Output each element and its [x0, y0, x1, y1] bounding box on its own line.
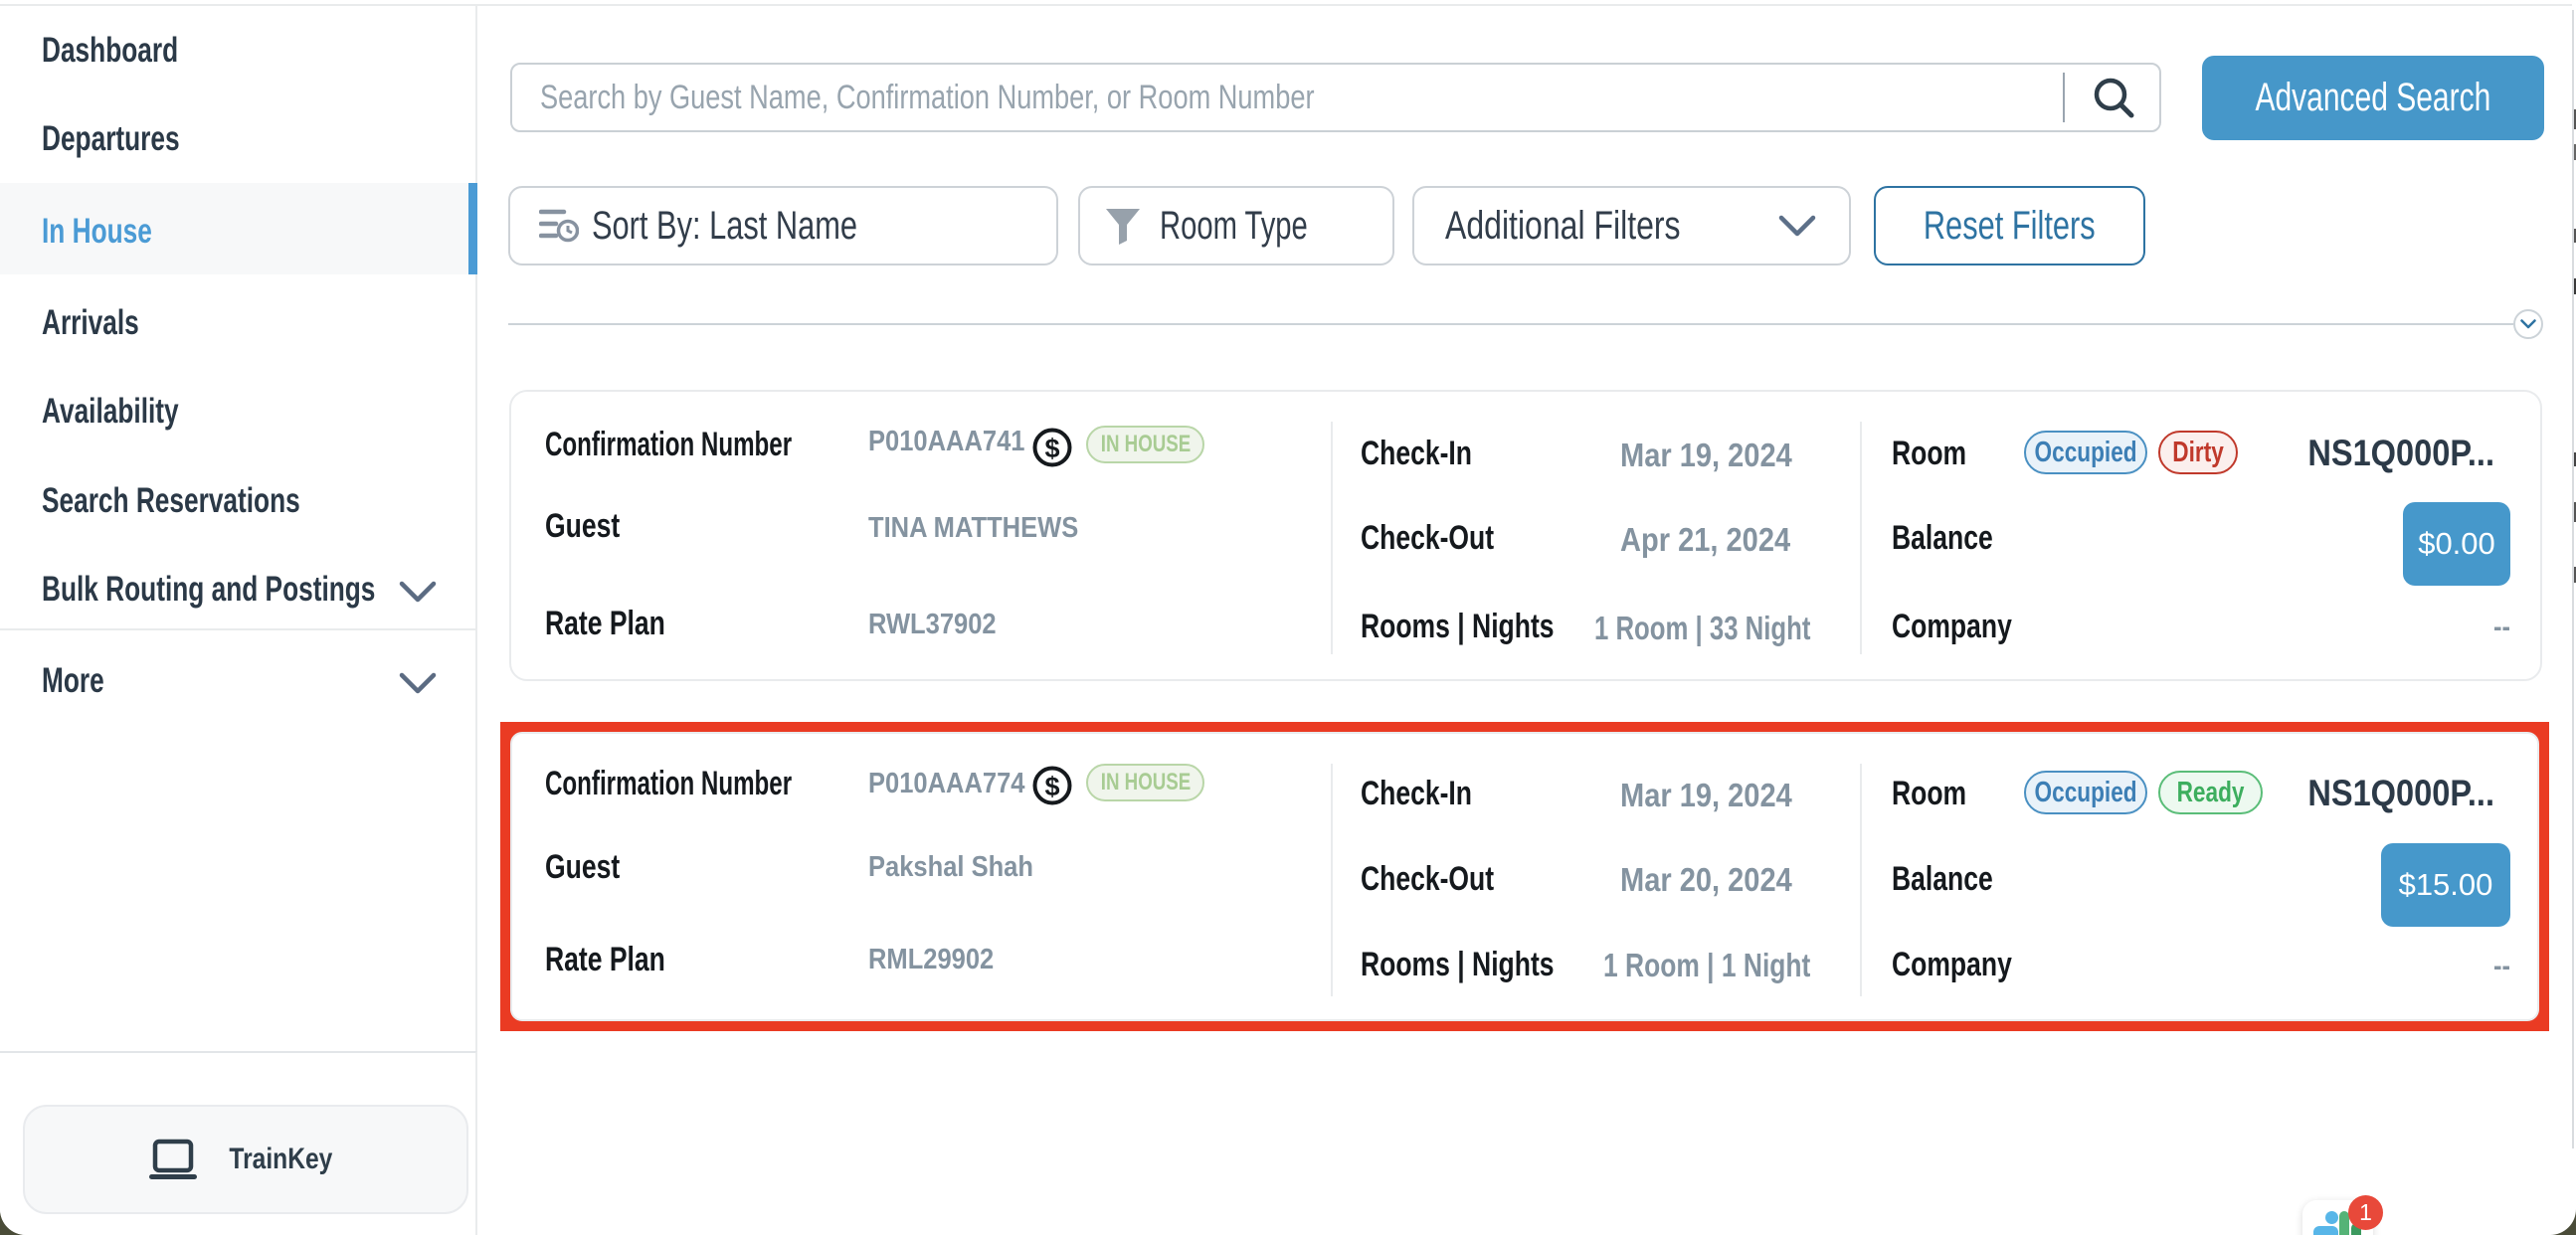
svg-text:$: $: [1044, 434, 1059, 463]
svg-text:$: $: [1044, 772, 1059, 801]
